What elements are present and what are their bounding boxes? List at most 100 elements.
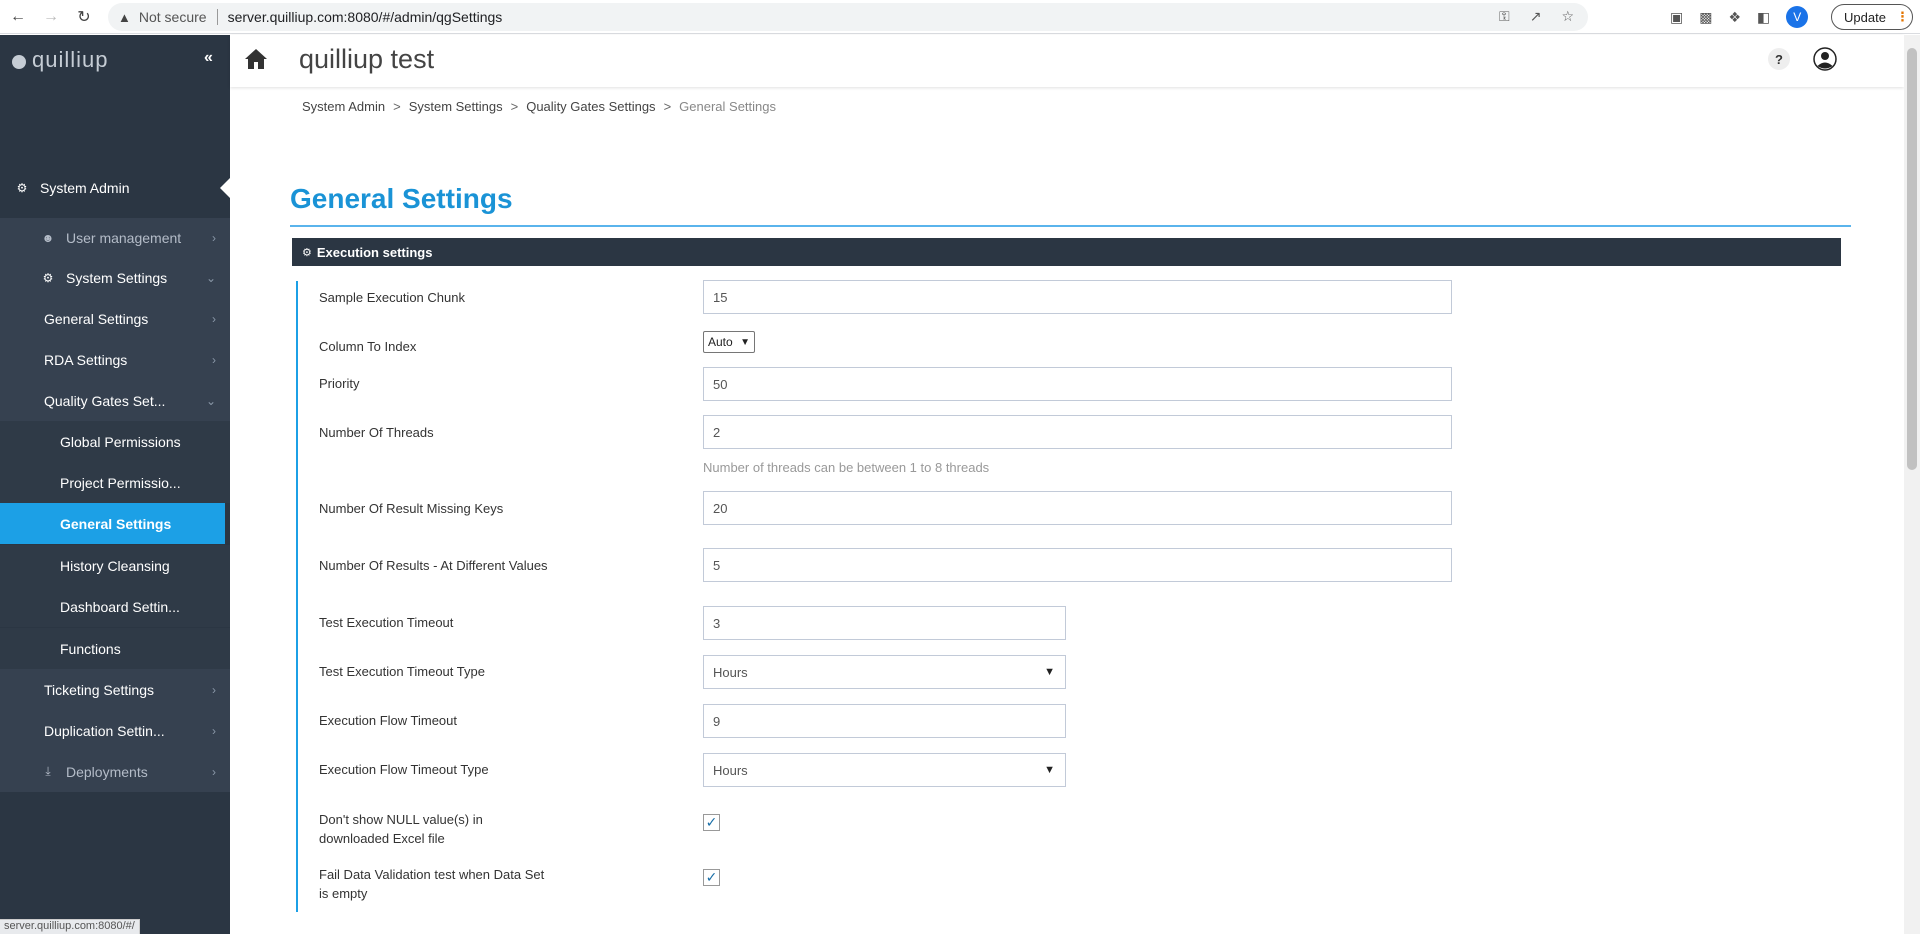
diff-values-input[interactable]: 5 [703,548,1452,582]
logo-mark-icon [12,55,26,69]
diff-values-label: Number Of Results - At Different Values [319,558,548,573]
column-index-label: Column To Index [319,339,417,354]
test-timeout-type-select[interactable]: Hours ▼ [703,655,1066,689]
fail-empty-label-line2: is empty [319,886,368,901]
gear-icon: ⚙ [16,180,28,195]
collapse-sidebar-icon[interactable]: « [204,49,213,67]
breadcrumb-current: General Settings [679,99,776,114]
chevron-down-icon: ⌄ [205,393,216,408]
sidebar-item-label: Deployments [66,763,148,780]
sidebar-item-history-cleansing[interactable]: History Cleansing [0,545,230,586]
star-icon[interactable]: ☆ [1561,8,1574,25]
extension-icon[interactable]: ▩ [1699,9,1712,26]
null-excel-label: Don't show NULL value(s) in downloaded E… [319,810,483,848]
key-icon[interactable]: ⚿ [1499,8,1510,25]
flow-timeout-label: Execution Flow Timeout [319,713,458,728]
sidebar-item-label: System Settings [66,269,168,286]
logo[interactable]: quilliup [12,47,109,73]
update-label: Update [1844,9,1886,25]
sidebar-item-label: Duplication Settin... [44,722,165,739]
breadcrumb: System Admin > System Settings > Quality… [302,99,776,114]
update-button[interactable]: Update ⋮ [1831,4,1913,30]
fail-empty-checkbox[interactable]: ✓ [703,869,720,886]
missing-keys-label: Number Of Result Missing Keys [319,501,504,516]
users-icon: ☻ [41,230,55,245]
gears-icon: ⚙ [302,246,312,259]
breadcrumb-separator: > [393,99,401,114]
chevron-right-icon: › [212,764,216,779]
browser-toolbar: ← → ↻ ▲ Not secure server.quilliup.com:8… [0,0,1920,34]
profile-avatar[interactable]: V [1786,6,1809,28]
sidebar-item-quality-gates[interactable]: Quality Gates Set... ⌄ [0,380,230,421]
chevron-down-icon: ▼ [1044,764,1055,776]
breadcrumb-item[interactable]: System Settings [409,99,503,114]
null-excel-label-line2: downloaded Excel file [319,831,445,846]
sidebar-item-user-management[interactable]: ☻ User management › [0,218,230,257]
gear-icon: ⚙ [42,270,54,285]
section-header: ⚙ Execution settings [292,238,1841,266]
url-text[interactable]: server.quilliup.com:8080/#/admin/qgSetti… [228,9,503,25]
threads-input[interactable]: 2 [703,415,1452,449]
sidebar-item-ticketing-settings[interactable]: Ticketing Settings › [0,669,230,710]
download-icon: ⤓ [45,764,51,778]
forward-icon[interactable]: → [36,2,66,32]
sidebar-item-deployments[interactable]: ⤓ Deployments › [0,751,230,792]
sidebar-item-global-permissions[interactable]: Global Permissions [0,421,230,462]
sidebar-item-project-permissions[interactable]: Project Permissio... [0,462,230,503]
chevron-right-icon: › [212,723,216,738]
chevron-down-icon: ▼ [740,336,750,348]
test-timeout-input[interactable]: 3 [703,606,1066,640]
extension-icon[interactable]: ▣ [1670,9,1683,26]
sidebar-item-general-settings-active[interactable]: General Settings [0,503,225,544]
flow-timeout-type-select[interactable]: Hours ▼ [703,753,1066,787]
section-accent-bar [296,281,298,912]
sidebar-item-general-settings[interactable]: General Settings › [0,298,230,339]
sidebar-item-label: Project Permissio... [60,474,181,491]
sidebar-item-label: Ticketing Settings [44,681,154,698]
address-bar[interactable]: ▲ Not secure server.quilliup.com:8080/#/… [108,3,1588,31]
warning-icon: ▲ [118,9,131,25]
chevron-right-icon: › [212,682,216,697]
puzzle-icon[interactable]: ❖ [1728,9,1741,26]
sidebar-item-duplication-settings[interactable]: Duplication Settin... › [0,710,230,751]
logo-text: quilliup [32,47,109,72]
sample-chunk-input[interactable]: 15 [703,280,1452,314]
breadcrumb-item[interactable]: Quality Gates Settings [526,99,655,114]
sidebar-item-dashboard-settings[interactable]: Dashboard Settin... [0,586,230,627]
sample-chunk-label: Sample Execution Chunk [319,290,465,305]
priority-input[interactable]: 50 [703,367,1452,401]
sidepanel-icon[interactable]: ◧ [1757,9,1770,26]
priority-label: Priority [319,376,360,391]
breadcrumb-separator: > [663,99,672,114]
app-header: quilliup test ? [230,35,1904,87]
sidebar-item-functions[interactable]: Functions [0,628,230,669]
chevron-down-icon: ⌄ [205,270,216,285]
breadcrumb-separator: > [510,99,519,114]
threads-help-text: Number of threads can be between 1 to 8 … [703,460,990,475]
column-index-select[interactable]: Auto ▼ [703,331,755,353]
sidebar-item-system-settings[interactable]: ⚙ System Settings ⌄ [0,257,230,298]
sidebar-item-rda-settings[interactable]: RDA Settings › [0,339,230,380]
sidebar-item-system-admin[interactable]: ⚙ System Admin [0,167,230,208]
breadcrumb-item[interactable]: System Admin [302,99,385,114]
page-scrollbar-thumb[interactable] [1907,48,1917,470]
flow-timeout-type-value: Hours [713,762,748,778]
fail-empty-label-line1: Fail Data Validation test when Data Set [319,867,545,882]
home-icon[interactable] [244,48,268,73]
null-excel-checkbox[interactable]: ✓ [703,814,720,831]
sidebar-item-label: General Settings [60,515,172,532]
back-icon[interactable]: ← [3,2,33,32]
share-icon[interactable]: ↗ [1530,8,1542,25]
chevron-right-icon: › [212,230,216,245]
test-timeout-label: Test Execution Timeout [319,615,454,630]
flow-timeout-input[interactable]: 9 [703,704,1066,738]
sidebar-item-label: Dashboard Settin... [60,598,180,615]
app-title: quilliup test [299,44,435,74]
missing-keys-input[interactable]: 20 [703,491,1452,525]
section-title: Execution settings [316,244,433,260]
column-index-value: Auto [708,335,733,349]
sidebar-item-label: Global Permissions [60,433,181,450]
user-icon[interactable] [1813,47,1837,74]
reload-icon[interactable]: ↻ [69,2,99,32]
help-icon[interactable]: ? [1768,48,1790,70]
